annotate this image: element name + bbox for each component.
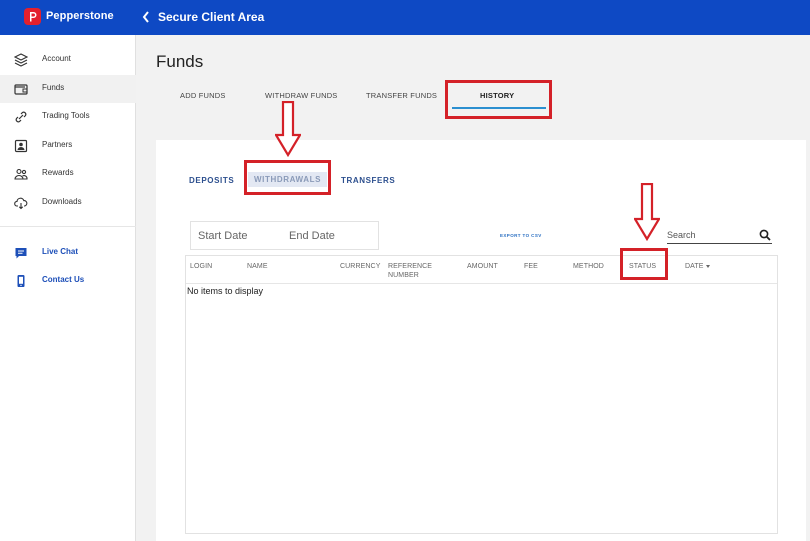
sidebar-item-label: Downloads xyxy=(42,197,82,206)
sidebar-item-label: Partners xyxy=(42,140,73,149)
layers-icon xyxy=(14,53,28,67)
history-highlight-box xyxy=(445,80,552,119)
column-header-fee: FEE xyxy=(524,263,538,270)
person-badge-icon xyxy=(14,139,28,153)
sidebar-item-partners[interactable]: Partners xyxy=(0,132,136,160)
sidebar-item-label: Funds xyxy=(42,83,65,92)
withdrawals-highlight-box xyxy=(244,160,331,195)
tab-transfer-funds[interactable]: TRANSFER FUNDS xyxy=(366,91,437,100)
column-header-reference-number: REFERENCE NUMBER xyxy=(388,263,433,279)
sidebar-item-label: Live Chat xyxy=(42,247,79,256)
subtab-transfers[interactable]: TRANSFERS xyxy=(341,176,395,185)
cloud-download-icon xyxy=(14,197,28,210)
sidebar-item-funds[interactable]: Funds xyxy=(0,75,136,103)
search-icon[interactable] xyxy=(759,229,771,241)
end-date-input[interactable] xyxy=(289,222,374,249)
link-icon xyxy=(15,111,27,123)
sidebar-item-live-chat[interactable]: Live Chat xyxy=(0,239,136,267)
sidebar-item-label: Rewards xyxy=(42,168,74,177)
back-chevron-icon[interactable] xyxy=(141,9,151,25)
column-header-amount: AMOUNT xyxy=(467,263,498,270)
header-title: Secure Client Area xyxy=(158,10,265,24)
pepperstone-logo-icon xyxy=(24,8,41,25)
users-icon xyxy=(14,168,28,180)
column-header-date-label: DATE xyxy=(685,263,704,270)
tab-withdraw-funds[interactable]: WITHDRAW FUNDS xyxy=(265,91,338,100)
export-csv-link[interactable]: EXPORT TO CSV xyxy=(500,233,542,238)
down-arrow-icon xyxy=(275,101,301,157)
wallet-icon xyxy=(14,84,28,95)
column-header-date[interactable]: DATE xyxy=(685,262,710,271)
sidebar-item-rewards[interactable]: Rewards xyxy=(0,160,136,188)
sort-caret-icon xyxy=(705,264,710,268)
sidebar-item-trading-tools[interactable]: Trading Tools xyxy=(0,103,136,131)
down-arrow-icon xyxy=(634,183,660,241)
sidebar-item-account[interactable]: Account xyxy=(0,46,136,74)
sidebar-item-downloads[interactable]: Downloads xyxy=(0,189,136,217)
phone-icon xyxy=(17,275,25,287)
sidebar-item-label: Contact Us xyxy=(42,275,85,284)
sidebar: Account Funds Trading Tools Partners Rew… xyxy=(0,35,136,541)
sidebar-item-contact-us[interactable]: Contact Us xyxy=(0,267,136,295)
sidebar-divider xyxy=(0,226,136,227)
page-title: Funds xyxy=(156,52,204,71)
column-header-login: LOGIN xyxy=(190,263,213,270)
table-header: LOGIN NAME CURRENCY REFERENCE NUMBER AMO… xyxy=(186,256,777,284)
tab-add-funds[interactable]: ADD FUNDS xyxy=(180,91,226,100)
column-header-currency: CURRENCY xyxy=(340,263,381,270)
history-table: LOGIN NAME CURRENCY REFERENCE NUMBER AMO… xyxy=(185,255,778,534)
column-header-name: NAME xyxy=(247,263,268,270)
top-bar: Pepperstone Secure Client Area xyxy=(0,0,810,35)
sidebar-item-label: Trading Tools xyxy=(42,111,90,120)
search-input[interactable] xyxy=(667,226,772,244)
subtab-deposits[interactable]: DEPOSITS xyxy=(189,176,234,185)
status-highlight-box xyxy=(620,248,668,280)
date-range-box xyxy=(190,221,379,250)
empty-message: No items to display xyxy=(187,286,264,296)
start-date-input[interactable] xyxy=(198,222,283,249)
brand-name: Pepperstone xyxy=(46,10,114,22)
sidebar-item-label: Account xyxy=(42,54,71,63)
column-header-method: METHOD xyxy=(573,263,604,270)
chat-icon xyxy=(15,248,27,259)
